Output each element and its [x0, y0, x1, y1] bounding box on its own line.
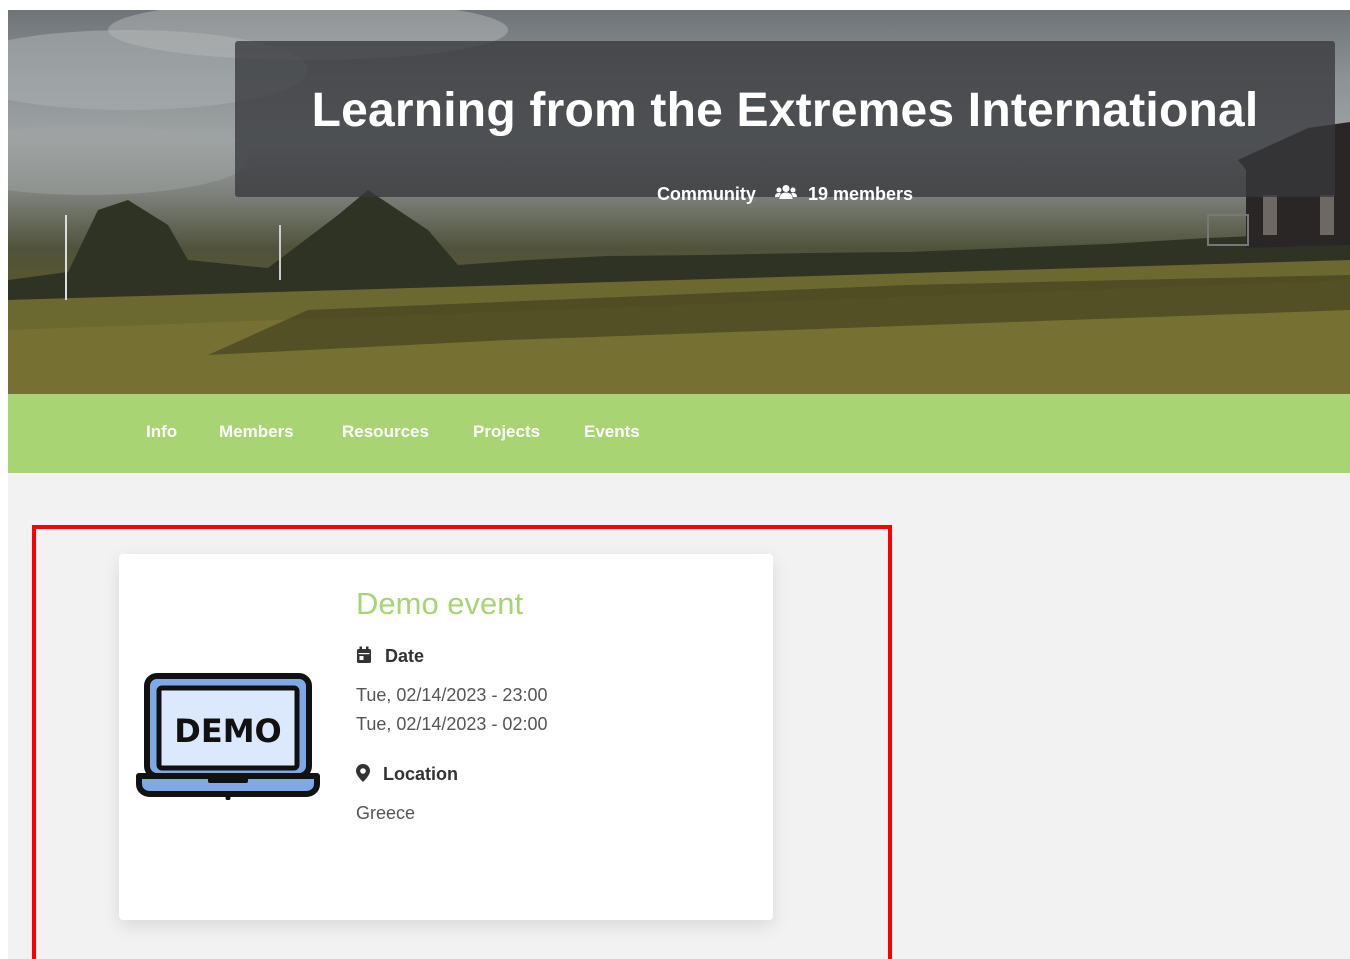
tab-events[interactable]: Events	[584, 422, 640, 442]
tab-members[interactable]: Members	[219, 422, 294, 442]
hero-banner: Learning from the Extremes International…	[8, 10, 1350, 394]
tab-resources[interactable]: Resources	[342, 422, 429, 442]
members-count[interactable]: 19 members	[808, 184, 913, 205]
calendar-icon	[356, 646, 385, 666]
page: Learning from the Extremes International…	[8, 10, 1350, 959]
tab-projects[interactable]: Projects	[473, 422, 540, 442]
location-label: Location	[383, 764, 459, 784]
date-label-row: Date	[356, 646, 424, 667]
title-panel: Learning from the Extremes International…	[235, 41, 1335, 204]
demo-image-text: DEMO	[174, 712, 281, 750]
event-location-value: Greece	[356, 803, 416, 823]
event-title-link[interactable]: Demo event	[356, 584, 523, 624]
date-label: Date	[385, 646, 425, 666]
map-marker-icon	[356, 764, 383, 784]
community-tabs: Info Members Resources Projects Events	[8, 394, 1350, 473]
laptop-demo-icon[interactable]: DEMO	[136, 672, 320, 805]
community-type-label: Community	[656, 183, 756, 204]
community-meta: Community 19 members	[235, 183, 1335, 205]
page-title: Learning from the Extremes International	[311, 84, 1259, 137]
event-date-start: Tue, 02/14/2023 - 23:00	[356, 685, 548, 705]
event-date-end: Tue, 02/14/2023 - 02:00	[356, 714, 548, 734]
event-card[interactable]: DEMO Demo event Date Tue, 02/14/2023 - 2…	[119, 554, 773, 920]
users-icon	[774, 184, 797, 205]
tab-info[interactable]: Info	[146, 422, 177, 442]
location-label-row: Location	[356, 764, 458, 785]
